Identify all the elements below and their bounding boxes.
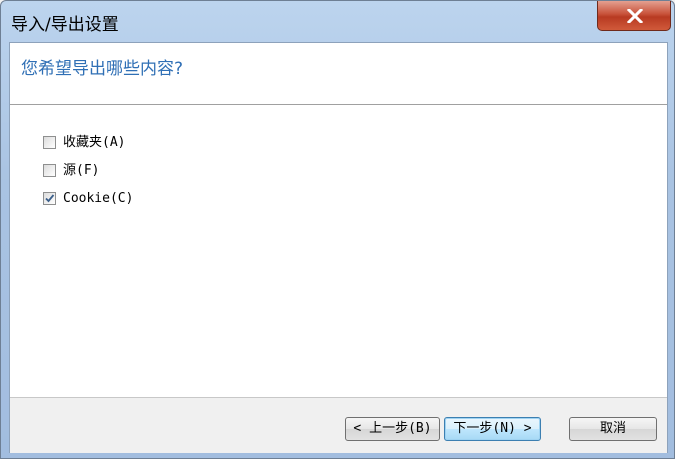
wizard-body: 收藏夹(A) 源(F) Cookie(C) bbox=[10, 105, 667, 397]
wizard-footer: < 上一步(B) 下一步(N) > 取消 bbox=[10, 397, 667, 453]
favorites-checkbox[interactable] bbox=[43, 136, 56, 149]
next-button[interactable]: 下一步(N) > bbox=[444, 417, 541, 441]
page-title: 您希望导出哪些内容? bbox=[21, 59, 184, 79]
checkmark-icon bbox=[45, 194, 55, 203]
title-bar[interactable]: 导入/导出设置 bbox=[1, 1, 674, 37]
cookies-checkbox[interactable] bbox=[43, 192, 56, 205]
close-button[interactable] bbox=[597, 1, 671, 31]
option-label: Cookie(C) bbox=[63, 191, 134, 206]
window-title: 导入/导出设置 bbox=[11, 15, 119, 35]
option-label: 收藏夹(A) bbox=[63, 135, 126, 150]
cancel-button[interactable]: 取消 bbox=[569, 417, 657, 441]
feeds-checkbox[interactable] bbox=[43, 164, 56, 177]
dialog-window: 导入/导出设置 您希望导出哪些内容? 收藏夹(A) 源(F) Cookie(C)… bbox=[0, 0, 675, 459]
wizard-header: 您希望导出哪些内容? bbox=[10, 43, 667, 105]
close-icon bbox=[627, 9, 643, 23]
back-button[interactable]: < 上一步(B) bbox=[345, 417, 440, 441]
option-label: 源(F) bbox=[63, 163, 100, 178]
dialog-content: 您希望导出哪些内容? 收藏夹(A) 源(F) Cookie(C) < 上一步(B… bbox=[9, 42, 668, 453]
